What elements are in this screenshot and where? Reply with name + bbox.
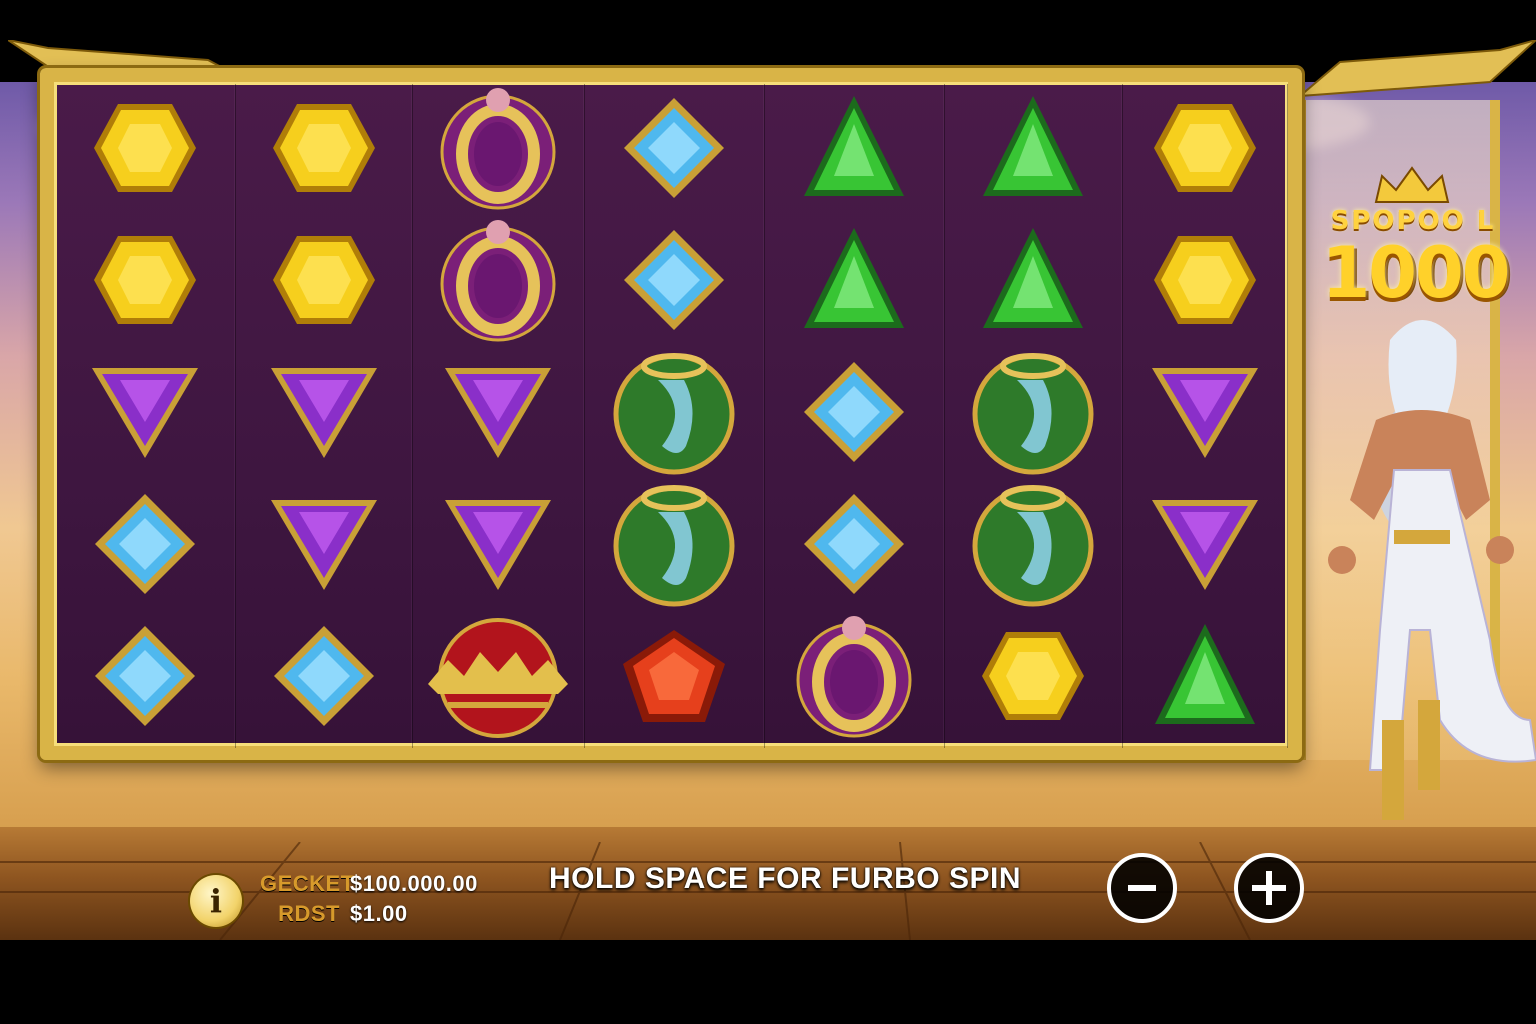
reel-cell bbox=[56, 348, 235, 480]
reel-cell bbox=[945, 480, 1122, 612]
reel-cell bbox=[236, 216, 412, 348]
reel-cell bbox=[1123, 480, 1287, 612]
blue-diamond-gem-icon bbox=[622, 96, 726, 205]
reel-cell bbox=[945, 216, 1122, 348]
green-hourglass-icon bbox=[971, 482, 1095, 611]
reel-cell bbox=[585, 348, 764, 480]
crown-icon bbox=[1374, 166, 1450, 203]
green-triangle-gem-icon bbox=[802, 95, 906, 205]
reel-6 bbox=[945, 84, 1123, 748]
reel-cell bbox=[56, 612, 235, 744]
reel-cell bbox=[413, 216, 584, 348]
purple-triangle-gem-icon bbox=[443, 494, 553, 599]
zeus-character bbox=[1328, 320, 1536, 820]
blue-diamond-gem-icon bbox=[802, 492, 906, 601]
green-triangle-gem-icon bbox=[981, 227, 1085, 337]
reel-cell bbox=[56, 216, 235, 348]
minus-icon bbox=[1128, 885, 1156, 891]
info-icon: i bbox=[209, 882, 223, 920]
reel-cell bbox=[765, 216, 944, 348]
reel-cell bbox=[56, 480, 235, 612]
green-hourglass-icon bbox=[612, 482, 736, 611]
purple-triangle-gem-icon bbox=[269, 362, 379, 467]
reel-cell bbox=[585, 84, 764, 216]
reel-cell bbox=[236, 480, 412, 612]
reel-grid bbox=[56, 84, 1289, 748]
blue-diamond-gem-icon bbox=[93, 624, 197, 733]
purple-triangle-gem-icon bbox=[269, 494, 379, 599]
reel-cell bbox=[585, 612, 764, 744]
yellow-hexagon-gem-icon bbox=[269, 98, 379, 203]
red-crown-icon bbox=[428, 614, 569, 743]
yellow-hexagon-gem-icon bbox=[269, 230, 379, 335]
info-button[interactable]: i bbox=[190, 875, 242, 927]
blue-diamond-gem-icon bbox=[622, 228, 726, 337]
reel-2 bbox=[236, 84, 413, 748]
reel-cell bbox=[1123, 84, 1287, 216]
reel-cell bbox=[1123, 348, 1287, 480]
reel-cell bbox=[585, 216, 764, 348]
red-pentagon-gem-icon bbox=[619, 626, 729, 731]
reel-cell bbox=[945, 348, 1122, 480]
blue-diamond-gem-icon bbox=[272, 624, 376, 733]
yellow-hexagon-gem-icon bbox=[90, 98, 200, 203]
green-hourglass-icon bbox=[971, 350, 1095, 479]
reel-cell bbox=[1123, 216, 1287, 348]
purple-triangle-gem-icon bbox=[1150, 362, 1260, 467]
reel-cell bbox=[413, 348, 584, 480]
green-triangle-gem-icon bbox=[802, 227, 906, 337]
purple-triangle-gem-icon bbox=[1150, 494, 1260, 599]
reel-cell bbox=[765, 612, 944, 744]
reel-cell bbox=[236, 348, 412, 480]
reel-cell bbox=[413, 84, 584, 216]
reel-cell bbox=[236, 612, 412, 744]
reel-cell bbox=[413, 480, 584, 612]
purple-triangle-gem-icon bbox=[90, 362, 200, 467]
reel-cell bbox=[236, 84, 412, 216]
gold-ring-icon bbox=[438, 86, 558, 215]
gold-ring-icon bbox=[438, 218, 558, 347]
bet-value: $1.00 bbox=[350, 901, 408, 926]
reel-1 bbox=[56, 84, 236, 748]
reel-cell bbox=[765, 84, 944, 216]
decrease-bet-button[interactable] bbox=[1107, 853, 1177, 923]
blue-diamond-gem-icon bbox=[802, 360, 906, 469]
reel-cell bbox=[945, 612, 1122, 744]
reel-cell bbox=[56, 84, 235, 216]
hold-space-message: HOLD SPACE FOR FURBO SPIN bbox=[549, 862, 1021, 895]
reel-cell bbox=[1123, 612, 1287, 744]
blue-diamond-gem-icon bbox=[93, 492, 197, 601]
reel-cell bbox=[765, 480, 944, 612]
green-triangle-gem-icon bbox=[981, 95, 1085, 205]
yellow-hexagon-gem-icon bbox=[1150, 98, 1260, 203]
reel-cell bbox=[945, 84, 1122, 216]
credit-label: GECKET bbox=[260, 871, 355, 896]
green-hourglass-icon bbox=[612, 350, 736, 479]
bet-label: RDST bbox=[278, 901, 340, 926]
increase-bet-button[interactable] bbox=[1234, 853, 1304, 923]
yellow-hexagon-gem-icon bbox=[978, 626, 1088, 731]
frame-ornament-right bbox=[1300, 40, 1536, 98]
reel-cell bbox=[413, 612, 584, 744]
purple-triangle-gem-icon bbox=[443, 362, 553, 467]
yellow-hexagon-gem-icon bbox=[90, 230, 200, 335]
reel-cell bbox=[765, 348, 944, 480]
reel-7 bbox=[1123, 84, 1289, 748]
yellow-hexagon-gem-icon bbox=[1150, 230, 1260, 335]
reel-5 bbox=[765, 84, 945, 748]
credit-value: $100.000.00 bbox=[350, 871, 478, 896]
reel-cell bbox=[585, 480, 764, 612]
gold-ring-icon bbox=[794, 614, 914, 743]
reel-3 bbox=[413, 84, 585, 748]
reel-4 bbox=[585, 84, 765, 748]
plus-icon bbox=[1252, 871, 1286, 905]
green-triangle-gem-icon bbox=[1153, 623, 1257, 733]
